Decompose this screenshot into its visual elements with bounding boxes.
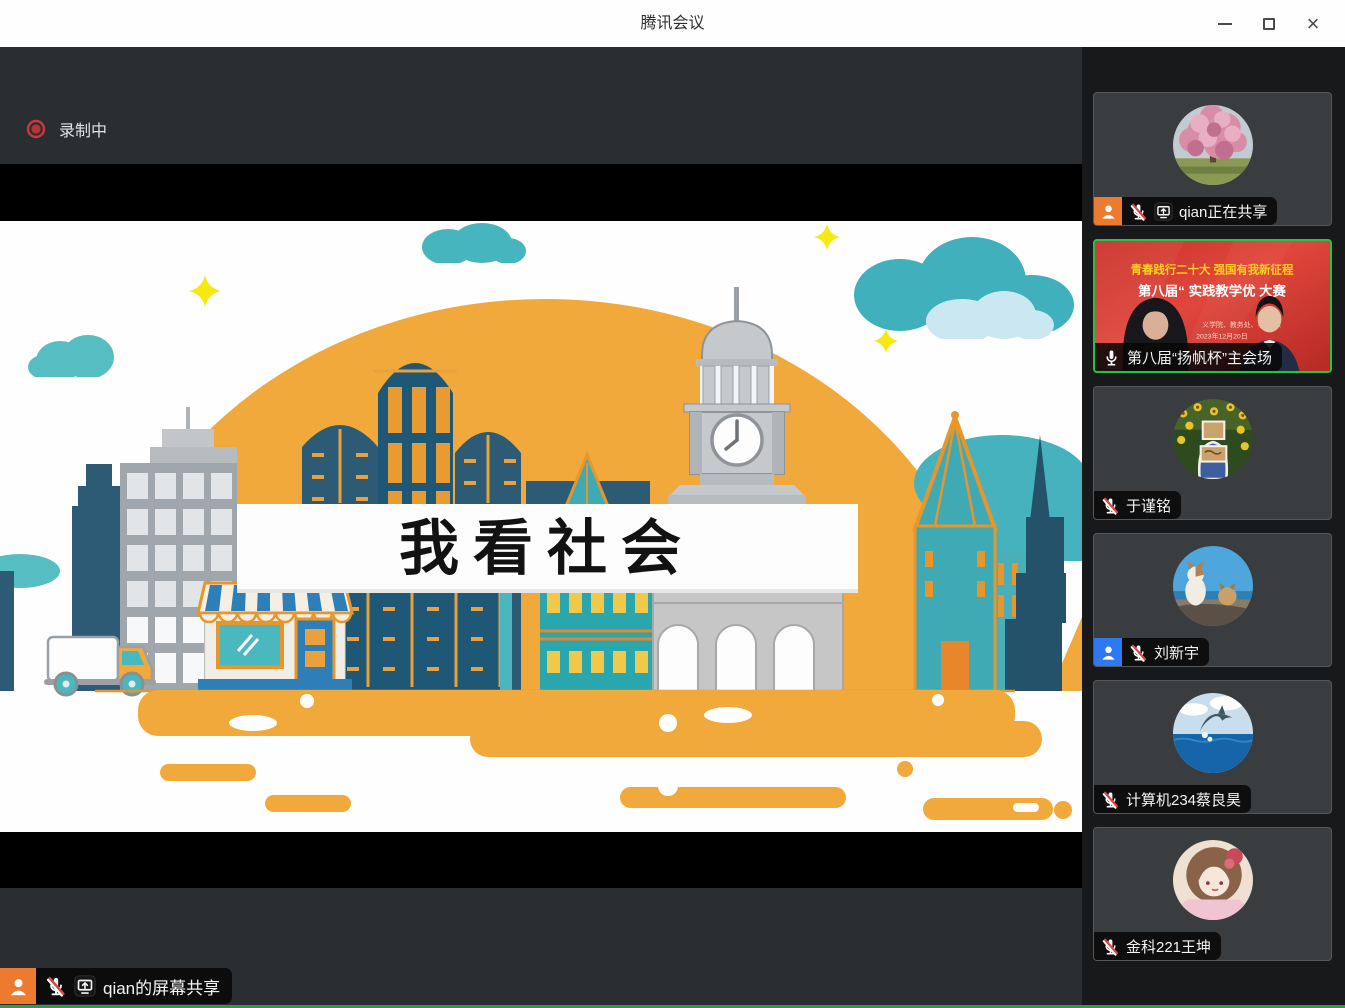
host-badge [0,968,36,1004]
participant-name: 金科221王坤 [1126,936,1211,957]
minimize-button[interactable] [1203,0,1247,47]
person-icon [1100,644,1117,661]
participant-label: 第八届“扬帆杯”主会场 [1095,343,1282,371]
mic-muted-icon [45,975,67,997]
participant-pill: 金科221王坤 [1094,932,1221,960]
participant-tile[interactable]: 刘新宇 [1093,533,1332,667]
participant-label: 刘新宇 [1094,638,1209,666]
participant-label: 计算机234蔡良昊 [1094,785,1251,813]
participant-tile[interactable]: 计算机234蔡良昊 [1093,680,1332,814]
participant-tile[interactable]: qian正在共享 [1093,92,1332,226]
participant-list: qian正在共享 青春践行二十大 强国有我新征程 第八届“ 实践教学优 大赛 义… [1082,47,1345,1008]
participant-pill: 于谨铭 [1094,491,1181,519]
letterbox-bottom [0,832,1082,888]
share-status-pill: qian的屏幕共享 [36,968,232,1004]
participant-name: 刘新宇 [1154,642,1199,663]
window-title: 腾讯会议 [0,0,1345,47]
recording-label: 录制中 [59,117,107,141]
participant-label: 金科221王坤 [1094,932,1221,960]
recording-indicator: 录制中 [26,117,107,141]
window-controls: × [1203,0,1335,47]
participant-label: 于谨铭 [1094,491,1181,519]
mic-muted-icon [1129,202,1148,221]
svg-text:第八届“ 实践教学优 大赛: 第八届“ 实践教学优 大赛 [1138,283,1287,299]
role-badge [1094,638,1122,666]
record-icon [26,119,46,139]
app-window: 腾讯会议 × 录制中 [0,0,1345,1008]
screen-share-icon [1154,202,1173,221]
mic-muted-icon [1101,496,1120,515]
minimize-icon [1218,23,1232,25]
avatar [1173,840,1253,920]
svg-text:青春践行二十大 强国有我新征程: 青春践行二十大 强国有我新征程 [1131,262,1294,276]
shared-slide: 我看社会 [0,221,1082,832]
mic-muted-icon [1101,790,1120,809]
participant-name: 于谨铭 [1126,495,1171,516]
screen-share-icon [74,975,96,997]
main-content: 录制中 [0,47,1345,1008]
maximize-icon [1263,18,1275,30]
participant-name: 计算机234蔡良昊 [1126,789,1241,810]
maximize-button[interactable] [1247,0,1291,47]
mic-muted-icon [1129,643,1148,662]
avatar [1173,546,1253,626]
participant-label: qian正在共享 [1094,197,1277,225]
shared-screen-stage: 录制中 [0,47,1082,1008]
close-button[interactable]: × [1291,0,1335,47]
participant-name: qian正在共享 [1179,201,1267,222]
person-icon [1100,203,1117,220]
participant-tile[interactable]: 于谨铭 [1093,386,1332,520]
avatar [1173,693,1253,773]
svg-text:2023年12月20日: 2023年12月20日 [1196,332,1248,341]
participant-tile[interactable]: 金科221王坤 [1093,827,1332,961]
participant-pill: 第八届“扬帆杯”主会场 [1095,343,1282,371]
participant-pill: qian正在共享 [1122,197,1277,225]
participant-tile[interactable]: 青春践行二十大 强国有我新征程 第八届“ 实践教学优 大赛 义学院、教务处、学生… [1093,239,1332,373]
share-status-label: qian的屏幕共享 [103,974,220,999]
screen-share-status: qian的屏幕共享 [0,968,232,1004]
participant-pill: 计算机234蔡良昊 [1094,785,1251,813]
participant-name: 第八届“扬帆杯”主会场 [1127,347,1272,368]
slide-title: 我看社会 [399,515,695,582]
letterbox-top [0,164,1082,221]
titlebar: 腾讯会议 × [0,0,1345,47]
avatar [1173,399,1253,479]
participant-pill: 刘新宇 [1122,638,1209,666]
role-badge [1094,197,1122,225]
close-icon: × [1307,13,1320,35]
mic-on-icon [1102,348,1121,367]
person-icon [8,976,29,997]
avatar [1173,105,1253,185]
mic-muted-icon [1101,937,1120,956]
